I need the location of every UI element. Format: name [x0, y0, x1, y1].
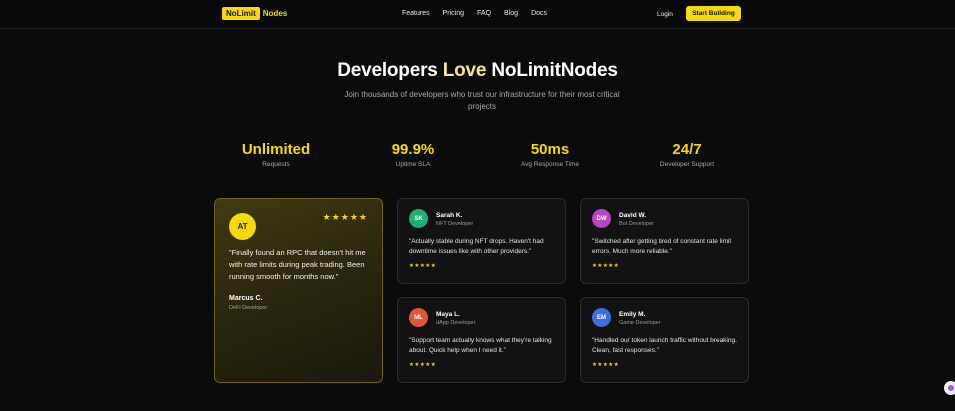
- hero-title: Developers Love NoLimitNodes: [0, 60, 955, 82]
- chat-dot-icon: [948, 385, 954, 391]
- start-building-button[interactable]: Start Building: [686, 6, 741, 21]
- stat-label: Avg Response Time: [520, 161, 580, 168]
- testimonial-card: ML Maya L. dApp Developer "Support team …: [397, 297, 566, 383]
- hero-title-part2: NoLimitNodes: [491, 60, 618, 81]
- hero-title-part1: Developers: [337, 60, 438, 81]
- chat-widget-icon[interactable]: [944, 381, 955, 395]
- testimonial-card: EM Emily M. Game Developer "Handled our …: [580, 297, 749, 383]
- testimonial-role: Bot Developer: [619, 221, 654, 227]
- login-link[interactable]: Login: [657, 11, 673, 18]
- testimonial-role: NFT Developer: [436, 221, 474, 227]
- top-navbar: NoLimit Nodes Features Pricing FAQ Blog …: [0, 0, 955, 29]
- avatar: SK: [409, 209, 428, 228]
- testimonial-quote: "Handled our token launch traffic withou…: [592, 337, 737, 354]
- testimonial-quote: "Actually stable during NFT drops. Haven…: [409, 238, 544, 255]
- avatar: EM: [592, 308, 611, 327]
- stat-response-time: 50ms Avg Response Time: [490, 141, 610, 168]
- testimonial-author: David W.: [619, 212, 647, 219]
- avatar: DW: [592, 209, 611, 228]
- testimonial-quote: "Support team actually knows what they'r…: [409, 337, 552, 354]
- rating-stars-icon: ★★★★★: [409, 362, 437, 368]
- testimonial-author: Sarah K.: [436, 212, 463, 219]
- rating-stars-icon: ★★★★★: [322, 212, 368, 222]
- testimonial-quote: "Switched after getting tired of constan…: [592, 238, 732, 255]
- testimonial-author: Marcus C.: [229, 295, 263, 302]
- testimonial-card: DW David W. Bot Developer "Switched afte…: [580, 198, 749, 284]
- rating-stars-icon: ★★★★★: [592, 362, 620, 368]
- rating-stars-icon: ★★★★★: [409, 263, 437, 269]
- nav-link-docs[interactable]: Docs: [531, 10, 547, 17]
- nav-link-faq[interactable]: FAQ: [477, 10, 491, 17]
- hero-title-highlight: Love: [442, 60, 487, 81]
- testimonial-role: dApp Developer: [436, 320, 476, 326]
- testimonial-quote: "Finally found an RPC that doesn't hit m…: [229, 248, 366, 281]
- avatar: ML: [409, 308, 428, 327]
- logo-pill: NoLimit: [222, 7, 260, 20]
- stat-uptime: 99.9% Uptime SLA: [353, 141, 473, 168]
- nav-link-pricing[interactable]: Pricing: [443, 10, 464, 17]
- nav-links: Features Pricing FAQ Blog Docs: [402, 10, 560, 17]
- nav-link-blog[interactable]: Blog: [504, 10, 518, 17]
- testimonial-author: Emily M.: [619, 311, 646, 318]
- logo-text: Nodes: [262, 9, 288, 18]
- stat-label: Uptime SLA: [395, 161, 431, 168]
- testimonial-role: Game Developer: [619, 320, 661, 326]
- stat-value: Unlimited: [241, 141, 311, 158]
- stat-value: 50ms: [530, 141, 570, 158]
- stat-label: Developer Support: [659, 161, 715, 168]
- brand-logo[interactable]: NoLimit Nodes: [222, 7, 287, 20]
- stat-requests: Unlimited Requests: [216, 141, 336, 168]
- nav-link-features[interactable]: Features: [402, 10, 430, 17]
- stat-support: 24/7 Developer Support: [627, 141, 747, 168]
- avatar: AT: [229, 213, 256, 240]
- hero-subtitle: Join thousands of developers who trust o…: [344, 90, 620, 111]
- stat-value: 99.9%: [391, 141, 435, 158]
- testimonial-role: DeFi Developer: [229, 305, 268, 311]
- featured-testimonial-card: AT ★★★★★ "Finally found an RPC that does…: [214, 198, 383, 383]
- testimonial-author: Maya L.: [436, 311, 460, 318]
- testimonial-card: SK Sarah K. NFT Developer "Actually stab…: [397, 198, 566, 284]
- stat-label: Requests: [262, 161, 290, 168]
- stat-value: 24/7: [672, 141, 702, 158]
- rating-stars-icon: ★★★★★: [592, 263, 620, 269]
